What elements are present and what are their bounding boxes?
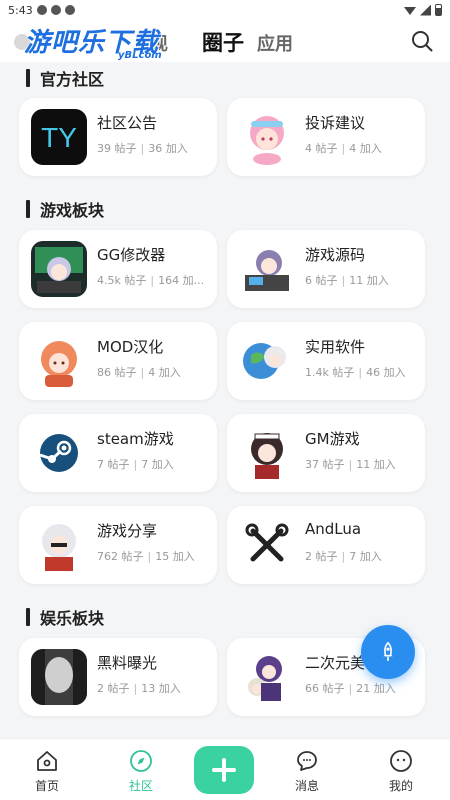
circle-name: 实用软件 [305,338,366,356]
circle-name: GG修改器 [97,246,166,264]
nav-home-label: 首页 [34,779,59,793]
nav-profile-label: 我的 [388,779,413,793]
profile-icon [390,750,412,772]
nav-community[interactable]: 社区 [111,749,171,794]
tab-apps[interactable]: 应用 [257,30,293,56]
nav-messages[interactable]: 消息 [277,749,337,794]
circle-card[interactable]: 投诉建议 4 帖子 | 4 加入 [227,98,425,176]
circle-stats: 2 帖子 | 13 加入 [97,682,181,695]
watermark-sub: yBLcom [118,50,162,61]
tools-icon [239,517,295,573]
notification-icon [50,5,61,15]
nav-community-label: 社区 [128,779,153,793]
circle-name: steam游戏 [97,430,174,448]
circle-stats: 1.4k 帖子 | 46 加入 [305,366,406,379]
circle-stats: 86 帖子 | 4 加入 [97,366,181,379]
nav-home[interactable]: 首页 [17,749,77,794]
compass-icon [130,750,152,772]
circle-name: 投诉建议 [305,114,366,132]
circle-stats: 2 帖子 | 7 加入 [305,550,382,563]
circle-stats: 37 帖子 | 11 加入 [305,458,396,471]
search-icon[interactable] [410,29,434,53]
circle-card[interactable]: 实用软件 1.4k 帖子 | 46 加入 [227,322,425,400]
circle-stats: 66 帖子 | 21 加入 [305,682,396,695]
circle-stats: 39 帖子 | 36 加入 [97,142,188,155]
circle-name: AndLua [305,520,362,538]
home-icon [37,751,57,771]
tab-circle[interactable]: 圈子 [202,27,244,57]
globe-girl-avatar [239,333,295,389]
gamer-girl-avatar [31,241,87,297]
circle-card[interactable]: 游戏源码 6 帖子 | 11 加入 [227,230,425,308]
status-time: 5:43 [8,3,33,17]
dark-photo-avatar [31,649,87,705]
section-bar [26,69,30,87]
circle-card[interactable]: GG修改器 4.5k 帖子 | 164 加... [19,230,217,308]
circle-stats: 6 帖子 | 11 加入 [305,274,389,287]
wifi-icon [404,7,416,15]
section-bar [26,200,30,218]
steam-logo [31,425,87,481]
status-bar: 5:43 [0,0,450,20]
bottom-nav: 首页 社区 消息 我的 [0,738,450,800]
circle-card[interactable]: MOD汉化 86 帖子 | 4 加入 [19,322,217,400]
notification-icon [36,5,47,15]
circle-name: GM游戏 [305,430,360,448]
circle-card[interactable]: GM游戏 37 帖子 | 11 加入 [227,414,425,492]
add-post-button[interactable] [194,746,254,794]
coder-girl-avatar [239,241,295,297]
circle-card[interactable]: AndLua 2 帖子 | 7 加入 [227,506,425,584]
plus-icon [212,758,236,782]
battery-icon [435,4,442,16]
section-title: 游戏板块 [26,197,104,221]
circle-card[interactable]: 游戏分享 762 帖子 | 15 加入 [19,506,217,584]
circle-stats: 4 帖子 | 4 加入 [305,142,382,155]
pink-hair-girl-avatar [239,109,295,165]
circle-name: 游戏分享 [97,522,158,540]
circle-card[interactable]: steam游戏 7 帖子 | 7 加入 [19,414,217,492]
signal-icon [420,4,431,16]
white-hair-boy-avatar [31,517,87,573]
circle-stats: 7 帖子 | 7 加入 [97,458,174,471]
rocket-icon [383,641,393,662]
circle-name: 黑料曝光 [97,654,158,672]
circle-name: 二次元美 [305,654,366,672]
circle-stats: 762 帖子 | 15 加入 [97,550,195,563]
nav-messages-label: 消息 [294,779,319,793]
circle-stats: 4.5k 帖子 | 164 加... [97,274,205,287]
maid-girl-avatar [239,425,295,481]
circle-name: 游戏源码 [305,246,366,264]
circle-name: 社区公告 [97,114,158,132]
purple-hair-avatar [239,649,295,705]
chat-icon [297,751,317,771]
circle-card[interactable]: TY 社区公告 39 帖子 | 36 加入 [19,98,217,176]
top-nav: 现 圈子 应用 游吧乐下载 yBLcom [0,20,450,62]
notification-icon [64,5,75,15]
section-title: 娱乐板块 [26,605,104,629]
ty-logo: TY [31,109,87,165]
svg-text:TY: TY [41,122,77,153]
rocket-button[interactable] [361,625,415,679]
section-title: 官方社区 [26,66,104,90]
circle-card[interactable]: 黑料曝光 2 帖子 | 13 加入 [19,638,217,716]
nav-profile[interactable]: 我的 [371,749,431,794]
section-bar [26,608,30,626]
orange-hair-girl-avatar [31,333,87,389]
circle-name: MOD汉化 [97,338,164,356]
